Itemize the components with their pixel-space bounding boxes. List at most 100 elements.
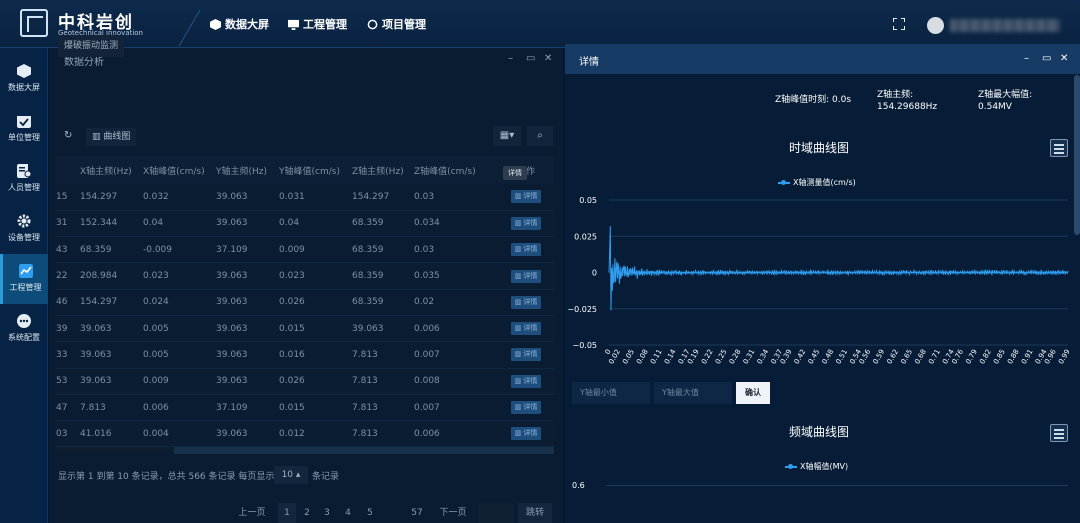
close-icon[interactable]: ✕ [544, 53, 552, 64]
detail-button[interactable]: ▥ 详情 [510, 269, 542, 283]
x-tick-label: 0.42 [793, 348, 808, 366]
page-button[interactable]: 57 [408, 503, 426, 523]
detail-scrollbar[interactable] [1074, 75, 1080, 235]
table-row[interactable]: 47 7.813 0.006 37.109 0.015 7.813 0.007 ▥ 详情 [56, 394, 554, 422]
detail-button[interactable]: ▥ 详情 [510, 348, 542, 362]
detail-button[interactable]: ▥ 详情 [510, 322, 542, 336]
table-cell: 68.359 [352, 289, 414, 316]
column-header[interactable]: X轴峰值(cm/s) [143, 156, 216, 184]
legend-marker [778, 179, 790, 185]
row-id: 31 [56, 210, 80, 238]
maximize-icon[interactable]: ▭ [1042, 53, 1051, 64]
page-button[interactable]: 4 [341, 503, 355, 523]
tab-blast-vibration[interactable]: 爆破振动监测 [58, 35, 125, 57]
chart-menu-button[interactable] [1050, 424, 1068, 442]
table-cell: 41.016 [80, 420, 143, 448]
sidebar: 数据大屏 单位管理 人员管理 设备管理 工程管理 系统配置 [0, 48, 48, 523]
detail-button[interactable]: ▥ 详情 [510, 401, 542, 415]
table-cell: 39.063 [80, 315, 143, 343]
column-header[interactable]: X轴主频(Hz) [80, 156, 143, 184]
nav-item-management[interactable]: 项目管理 [367, 16, 426, 32]
table-row[interactable]: 33 39.063 0.005 39.063 0.016 7.813 0.007 ▥ 详情 [56, 341, 554, 369]
logo-icon [20, 9, 48, 37]
minimize-icon[interactable]: – [1024, 53, 1029, 64]
detail-button[interactable]: ▥ 详情 [510, 374, 542, 388]
column-header[interactable]: Y轴主频(Hz) [216, 156, 279, 184]
refresh-icon[interactable]: ↻ [64, 130, 72, 141]
sidebar-item-projects[interactable]: 工程管理 [0, 254, 48, 304]
confirm-button[interactable]: 确认 [736, 382, 770, 404]
avatar[interactable] [927, 17, 944, 34]
app-header: 中科岩创 Geotechnical innovation 数据大屏 工程管理 项… [0, 0, 1080, 48]
chart-button[interactable]: ▥ 曲线图 [86, 128, 137, 146]
page-button[interactable]: 5 [363, 503, 377, 523]
table-row[interactable]: 15 154.297 0.032 39.063 0.031 154.297 0.03 ▥ 详情 [56, 184, 554, 211]
minimize-icon[interactable]: – [508, 53, 513, 64]
sidebar-item-settings[interactable]: 系统配置 [0, 304, 48, 354]
freq-chart-title: 频域曲线图 [789, 425, 850, 439]
column-header[interactable]: Z轴峰值(cm/s) [414, 156, 498, 184]
page-size-select[interactable]: 10 ▴ [274, 466, 308, 484]
search-button[interactable]: ⌕ [527, 126, 553, 146]
table-cell: 39.063 [216, 184, 279, 211]
nav-project-management[interactable]: 工程管理 [288, 16, 347, 32]
nav-data-screen[interactable]: 数据大屏 [210, 16, 269, 32]
close-icon[interactable]: ✕ [1060, 53, 1068, 64]
jump-button[interactable]: 跳转 [518, 503, 552, 523]
calendar-check-icon [17, 116, 31, 128]
table-cell: 39.063 [216, 262, 279, 290]
sidebar-item-units[interactable]: 单位管理 [0, 104, 48, 154]
horizontal-scrollbar[interactable] [56, 447, 554, 454]
prev-page-button[interactable]: 上一页 [237, 503, 267, 523]
page-jump-input[interactable] [478, 503, 514, 523]
time-chart-legend[interactable]: X轴测量值(cm/s) [778, 177, 856, 188]
column-header[interactable]: Z轴主频(Hz) [352, 156, 414, 184]
sidebar-item-personnel[interactable]: 人员管理 [0, 154, 48, 204]
y-min-input[interactable]: Y轴最小值 [572, 382, 650, 404]
y-tick-label: −0.025 [567, 305, 597, 314]
x-tick-label: 0.79 [964, 348, 979, 366]
table-row[interactable]: 31 152.344 0.04 39.063 0.04 68.359 0.034 ▥ 详情 [56, 210, 554, 238]
table-row[interactable]: 53 39.063 0.009 39.063 0.026 7.813 0.008 ▥ 详情 [56, 368, 554, 395]
freq-chart-legend[interactable]: X轴幅值(MV) [785, 461, 848, 472]
detail-button[interactable]: ▥ 详情 [510, 216, 542, 230]
table-row[interactable]: 22 208.984 0.023 39.063 0.023 68.359 0.035 ▥ 详情 [56, 262, 554, 290]
table-row[interactable]: 43 68.359 -0.009 37.109 0.009 68.359 0.03 ▥ 详情 [56, 236, 554, 264]
detail-button[interactable]: ▥ 详情 [510, 295, 542, 309]
maximize-icon[interactable]: ▭ [526, 53, 535, 64]
page-button[interactable]: 1 [278, 503, 296, 523]
detail-button[interactable]: ▥ 详情 [510, 190, 542, 204]
table-cell: 68.359 [352, 236, 414, 264]
table-row[interactable]: 39 39.063 0.005 39.063 0.015 39.063 0.006 ▥ 详情 [56, 315, 554, 343]
columns-toggle-button[interactable]: ▦▾ [493, 126, 521, 146]
x-tick-label: 0.11 [649, 348, 664, 366]
chart-menu-button[interactable] [1050, 139, 1068, 157]
nav-label: 数据大屏 [225, 18, 269, 31]
username-blurred[interactable] [950, 19, 1060, 32]
x-tick-label: 0.25 [714, 348, 729, 366]
next-page-button[interactable]: 下一页 [438, 503, 468, 523]
table-cell: 154.297 [352, 184, 414, 211]
x-tick-label: 0.51 [834, 348, 849, 366]
detail-button[interactable]: ▥ 详情 [510, 427, 542, 441]
table-cell: 0.032 [143, 184, 216, 211]
fullscreen-icon[interactable] [893, 18, 905, 30]
y-tick-label: 0 [592, 269, 597, 278]
table-cell: 0.015 [279, 394, 352, 422]
x-tick-label: 0.59 [872, 348, 887, 366]
sidebar-item-data-screen[interactable]: 数据大屏 [0, 54, 48, 104]
scrollbar-thumb[interactable] [174, 447, 554, 454]
stat-value: 0.54MV [978, 102, 1012, 112]
table-row[interactable]: 03 41.016 0.004 39.063 0.012 7.813 0.006 ▥ 详情 [56, 420, 554, 448]
column-header[interactable]: Y轴峰值(cm/s) [279, 156, 352, 184]
page-button[interactable]: 2 [300, 503, 314, 523]
table-cell: 0.004 [143, 420, 216, 448]
table-row[interactable]: 46 154.297 0.024 39.063 0.026 68.359 0.02 ▥ 详情 [56, 289, 554, 316]
detail-button[interactable]: ▥ 详情 [510, 243, 542, 257]
table-cell: 7.813 [352, 341, 414, 369]
page-button[interactable]: 3 [320, 503, 334, 523]
y-max-input[interactable]: Y轴最大值 [654, 382, 732, 404]
table-cell: 0.005 [143, 315, 216, 343]
sidebar-item-devices[interactable]: 设备管理 [0, 204, 48, 254]
x-tick-label: 0.05 [621, 348, 636, 366]
